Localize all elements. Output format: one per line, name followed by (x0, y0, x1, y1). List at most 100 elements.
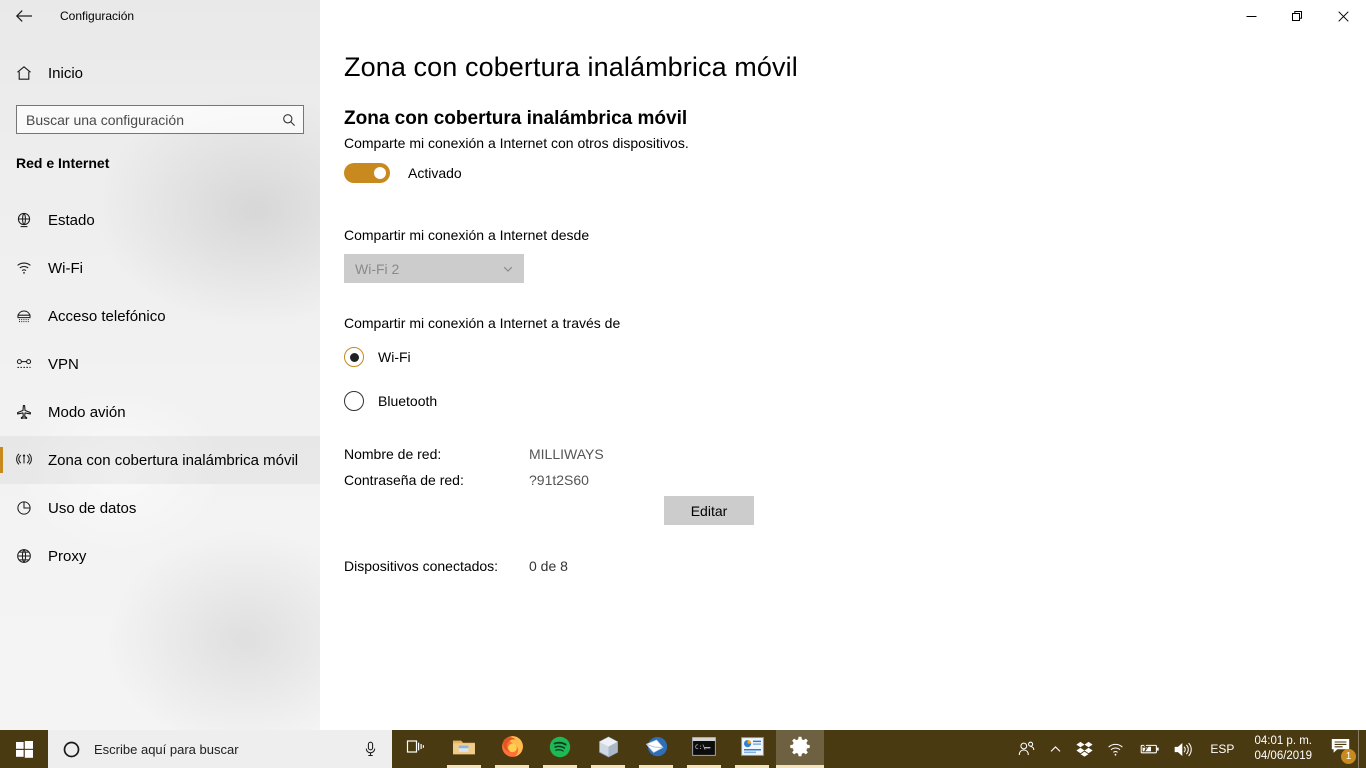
network-password-value: ?91t2S60 (529, 472, 589, 488)
connected-devices-label: Dispositivos conectados: (344, 558, 499, 574)
sidebar-item-proxy[interactable]: Proxy (0, 532, 320, 580)
radio-bluetooth-mark (344, 391, 364, 411)
dropbox-icon[interactable] (1069, 730, 1100, 768)
sidebar-item-modo-avion[interactable]: Modo avión (0, 388, 320, 436)
network-name-label: Nombre de red: (344, 446, 442, 462)
office-app-icon (740, 737, 764, 761)
connected-devices-value: 0 de 8 (529, 558, 568, 574)
gear-icon (789, 736, 811, 763)
language-indicator[interactable]: ESP (1200, 730, 1244, 768)
data-usage-icon (0, 499, 48, 517)
sidebar-item-home-label: Inicio (48, 64, 84, 82)
sidebar-item-zona-cobertura-label: Zona con cobertura inalámbrica móvil (48, 451, 299, 469)
vpn-icon (0, 355, 48, 373)
sidebar-item-zona-cobertura-inalambrica-movil[interactable]: Zona con cobertura inalámbrica móvil (0, 436, 320, 484)
share-from-label: Compartir mi conexión a Internet desde (344, 227, 590, 243)
chevron-down-icon (492, 263, 524, 275)
show-desktop-button[interactable] (1358, 730, 1366, 768)
page-title: Zona con cobertura inalámbrica móvil (344, 52, 798, 82)
taskbar-app-task-view[interactable] (392, 730, 440, 768)
clock[interactable]: 04:01 p. m. 04/06/2019 (1244, 730, 1322, 768)
action-center-button[interactable]: 1 (1322, 730, 1358, 768)
sidebar-item-wifi-label: Wi-Fi (48, 259, 83, 277)
taskbar-app-settings[interactable] (776, 730, 824, 768)
share-from-value: Wi-Fi 2 (355, 260, 400, 277)
taskbar-search-box[interactable]: Escribe aquí para buscar (48, 730, 392, 768)
radio-wifi-mark (344, 347, 364, 367)
main-content: Zona con cobertura inalámbrica móvil Zon… (320, 0, 1366, 730)
clock-time: 04:01 p. m. (1254, 735, 1312, 747)
network-password-row: Contraseña de red: ?91t2S60 (344, 472, 589, 488)
section-subtitle: Comparte mi conexión a Internet con otro… (344, 135, 689, 151)
search-box[interactable] (16, 105, 304, 134)
sidebar-item-estado[interactable]: Estado (0, 196, 320, 244)
taskbar-app-command-prompt[interactable]: C:\ (680, 730, 728, 768)
sidebar-item-proxy-label: Proxy (48, 547, 87, 565)
wifi-icon (0, 259, 48, 277)
taskbar-app-virtualbox[interactable] (584, 730, 632, 768)
folder-icon (452, 737, 476, 762)
people-icon[interactable] (1011, 730, 1042, 768)
sidebar: Inicio Red e Internet (0, 0, 320, 730)
volume-icon[interactable] (1167, 730, 1200, 768)
sidebar-item-vpn[interactable]: VPN (0, 340, 320, 388)
close-button[interactable] (1320, 0, 1366, 32)
radio-bluetooth-label: Bluetooth (378, 393, 438, 409)
task-view-icon (406, 738, 426, 761)
sidebar-item-acceso-telefonico-label: Acceso telefónico (48, 307, 166, 325)
taskbar-app-spotify[interactable] (536, 730, 584, 768)
sidebar-item-acceso-telefonico[interactable]: Acceso telefónico (0, 292, 320, 340)
sidebar-item-vpn-label: VPN (48, 355, 79, 373)
sidebar-group-title: Red e Internet (16, 155, 110, 171)
taskbar: Escribe aquí para buscar C:\ ESP 04:01 p… (0, 730, 1366, 768)
taskbar-app-mail[interactable] (632, 730, 680, 768)
dialup-icon (0, 307, 48, 325)
sidebar-item-wifi[interactable]: Wi-Fi (0, 244, 320, 292)
edit-button[interactable]: Editar (664, 496, 754, 525)
radio-option-bluetooth[interactable]: Bluetooth (344, 390, 437, 412)
cortana-circle-icon (48, 741, 94, 758)
start-button[interactable] (0, 730, 48, 768)
search-input[interactable] (17, 106, 275, 133)
firefox-icon (501, 735, 524, 763)
proxy-globe-icon (0, 547, 48, 565)
titlebar: Configuración (0, 0, 1366, 32)
system-tray: ESP 04:01 p. m. 04/06/2019 1 (1011, 730, 1366, 768)
network-password-label: Contraseña de red: (344, 472, 464, 488)
search-icon[interactable] (275, 106, 303, 133)
command-prompt-icon: C:\ (692, 737, 716, 761)
hotspot-toggle-row: Activado (344, 160, 462, 186)
home-icon (0, 64, 48, 82)
sidebar-item-uso-de-datos-label: Uso de datos (48, 499, 137, 517)
microphone-icon[interactable] (348, 741, 392, 757)
network-name-row: Nombre de red: MILLIWAYS (344, 446, 604, 462)
hotspot-toggle[interactable] (344, 163, 390, 183)
clock-date: 04/06/2019 (1254, 750, 1312, 762)
taskbar-app-file-explorer[interactable] (440, 730, 488, 768)
share-from-dropdown[interactable]: Wi-Fi 2 (344, 254, 524, 283)
taskbar-app-firefox[interactable] (488, 730, 536, 768)
taskbar-search-placeholder: Escribe aquí para buscar (94, 741, 239, 757)
chevron-up-icon[interactable] (1042, 730, 1069, 768)
window-controls (1228, 0, 1366, 32)
sidebar-item-home[interactable]: Inicio (0, 56, 320, 90)
virtualbox-cube-icon (598, 736, 619, 763)
back-button[interactable] (0, 0, 48, 32)
network-name-value: MILLIWAYS (529, 446, 604, 462)
minimize-button[interactable] (1228, 0, 1274, 32)
notification-badge: 1 (1341, 749, 1356, 764)
radio-option-wifi[interactable]: Wi-Fi (344, 346, 411, 368)
hotspot-toggle-label: Activado (408, 165, 462, 181)
sidebar-item-estado-label: Estado (48, 211, 95, 229)
toggle-knob (374, 167, 386, 179)
restore-button[interactable] (1274, 0, 1320, 32)
settings-window: Inicio Red e Internet (0, 0, 1366, 730)
sidebar-item-modo-avion-label: Modo avión (48, 403, 126, 421)
taskbar-app-office[interactable] (728, 730, 776, 768)
section-heading: Zona con cobertura inalámbrica móvil (344, 108, 688, 129)
hotspot-icon (0, 451, 48, 469)
sidebar-item-uso-de-datos[interactable]: Uso de datos (0, 484, 320, 532)
taskbar-app-list: C:\ (392, 730, 824, 768)
wifi-tray-icon[interactable] (1100, 730, 1131, 768)
battery-charging-icon[interactable] (1131, 730, 1167, 768)
